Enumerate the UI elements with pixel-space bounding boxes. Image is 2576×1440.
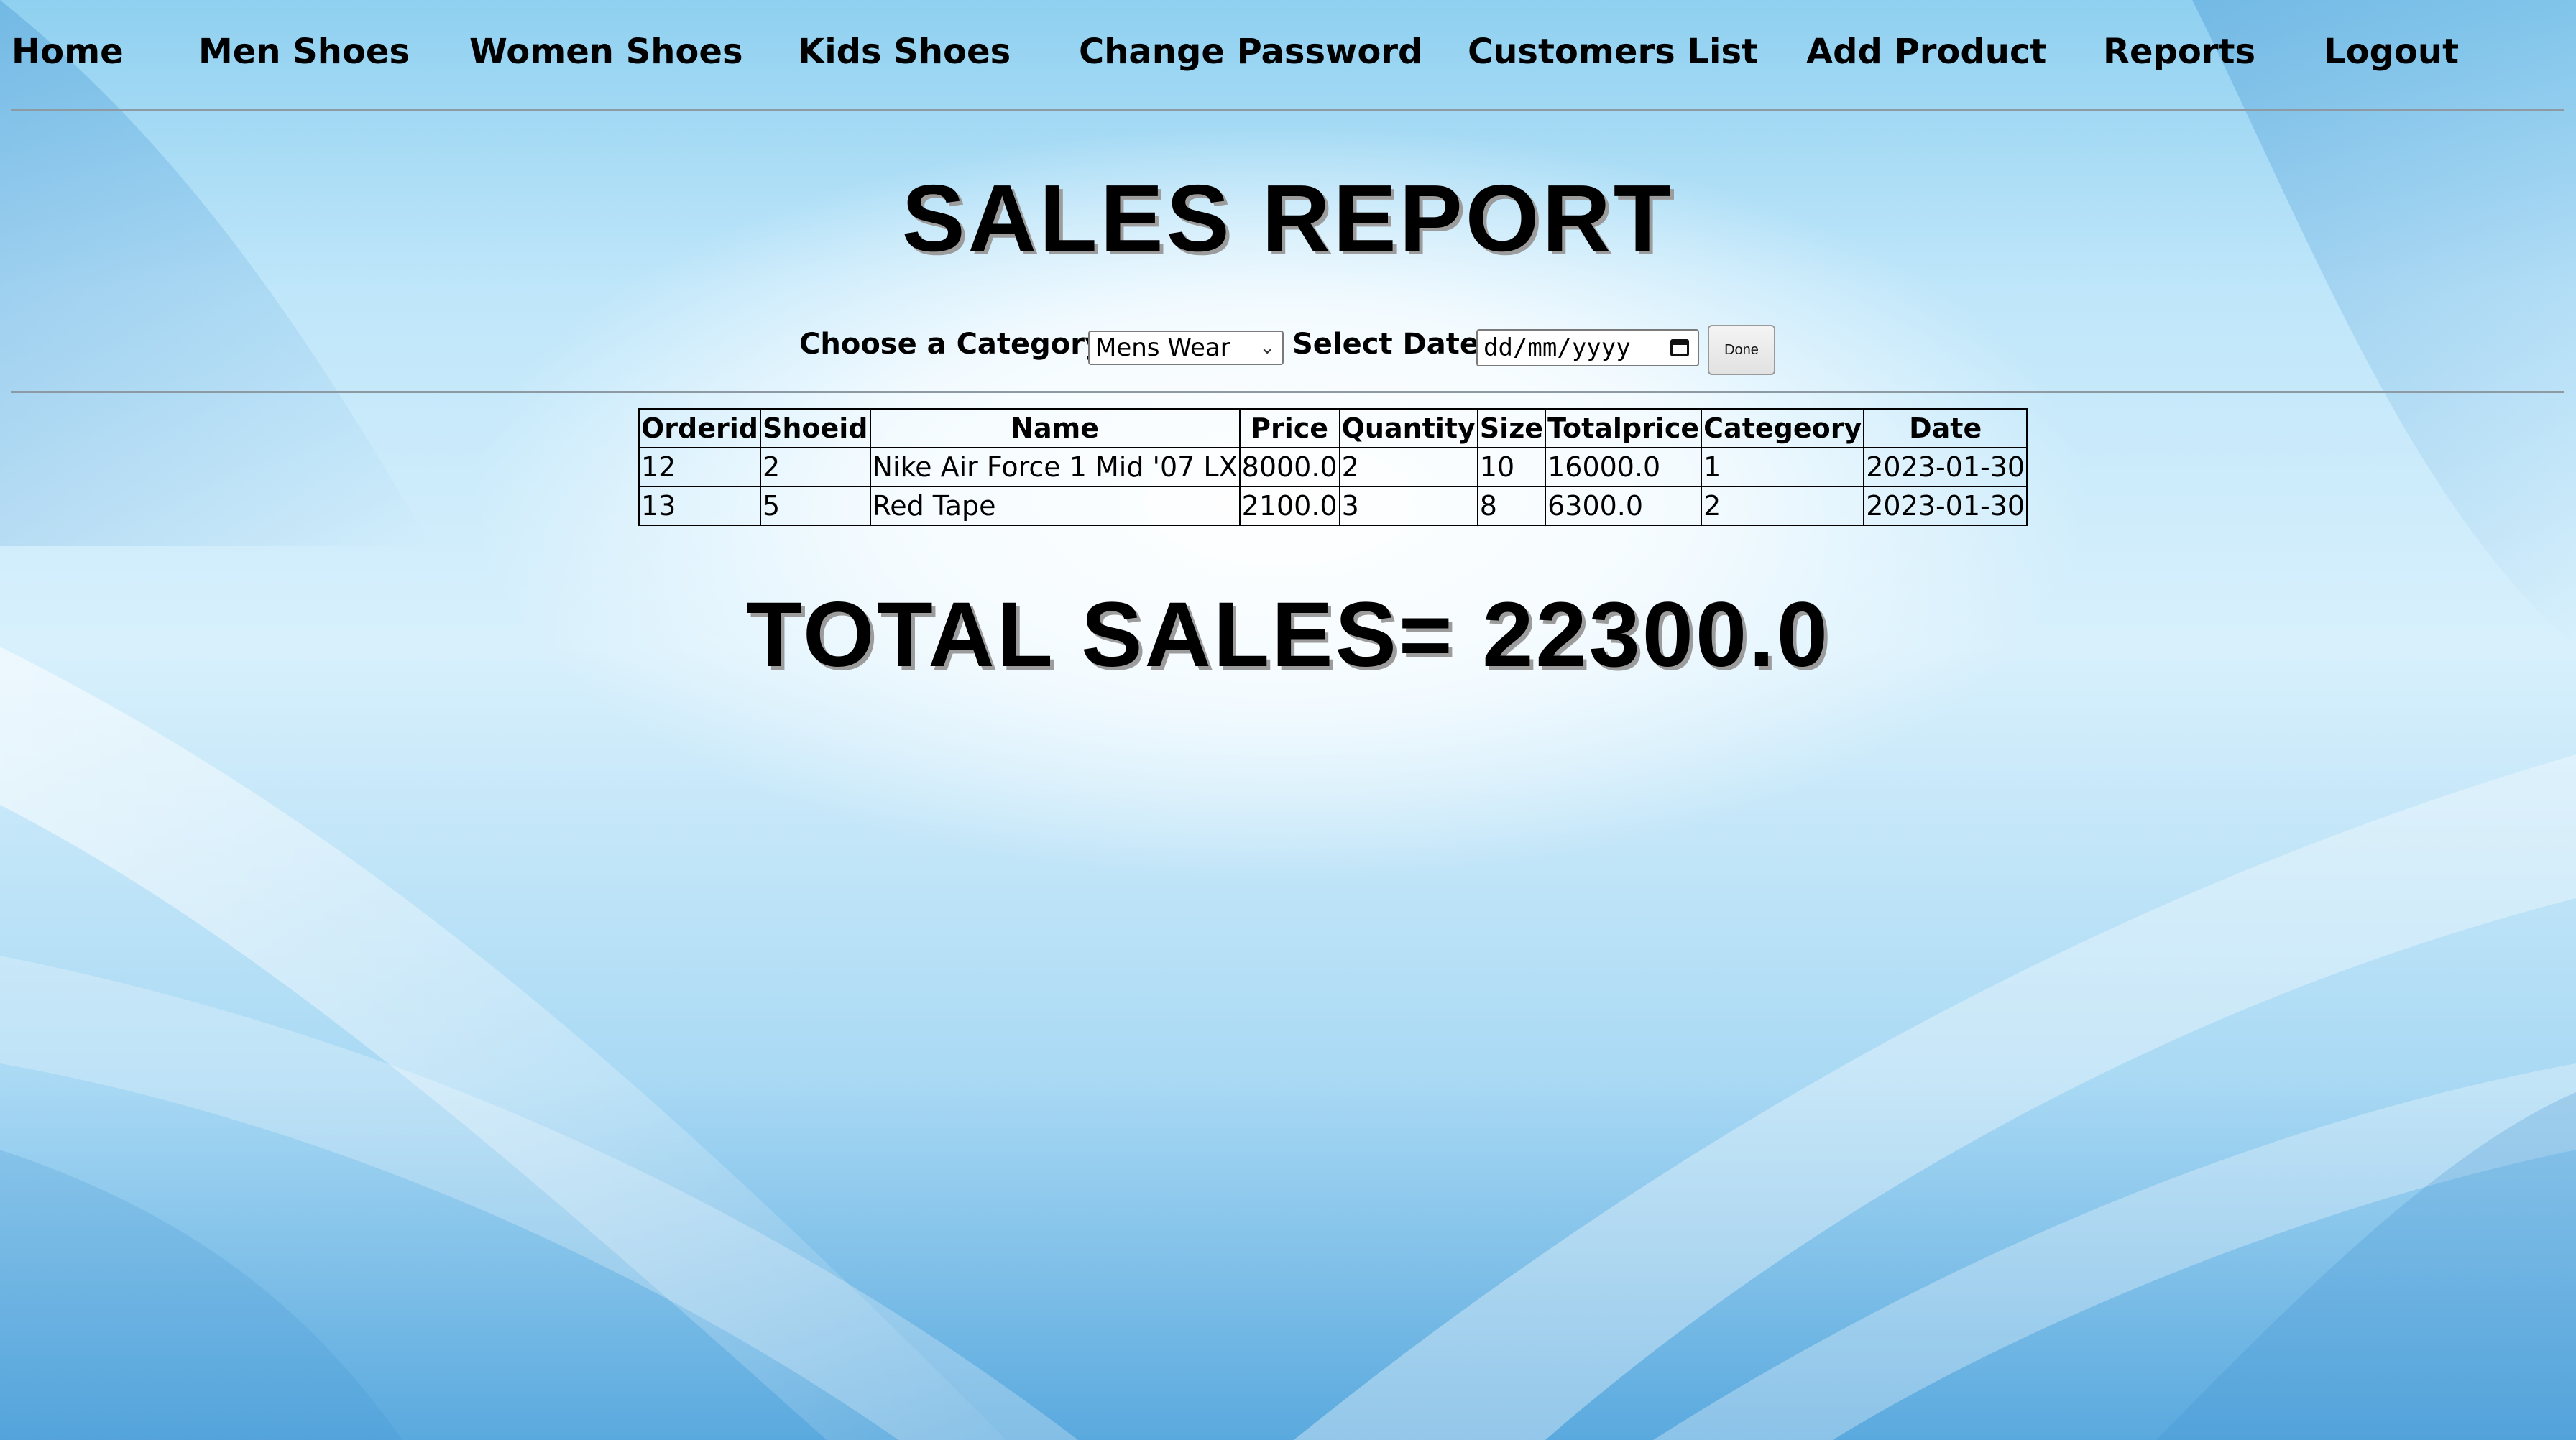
cell-shoeid: 5 — [759, 486, 871, 526]
cell-category: 1 — [1701, 447, 1865, 487]
header-price: Price — [1238, 408, 1340, 448]
cell-quantity: 2 — [1338, 447, 1478, 487]
table-header-row: Orderid Shoeid Name Price Quantity Size … — [638, 408, 2028, 448]
cell-orderid: 13 — [638, 486, 761, 526]
page: Home Men Shoes Women Shoes Kids Shoes Ch… — [0, 0, 2576, 1440]
sales-report-table: Orderid Shoeid Name Price Quantity Size … — [638, 408, 2028, 526]
cell-category: 2 — [1701, 486, 1865, 526]
category-label: Choose a Category: — [799, 328, 1116, 361]
top-nav: Home Men Shoes Women Shoes Kids Shoes Ch… — [0, 0, 2576, 109]
cell-quantity: 3 — [1338, 486, 1478, 526]
nav-men-shoes-link[interactable]: Men Shoes — [198, 32, 410, 72]
cell-date: 2023-01-30 — [1863, 486, 2028, 526]
page-title: SALES REPORT — [901, 165, 1675, 271]
cell-name: Red Tape — [869, 486, 1241, 526]
cell-shoeid: 2 — [759, 447, 871, 487]
nav-divider — [12, 109, 2564, 111]
cell-orderid: 12 — [638, 447, 761, 487]
header-date: Date — [1863, 408, 2028, 448]
category-select[interactable]: Mens Wear ⌄ — [1088, 331, 1284, 365]
table-row: 13 5 Red Tape 2100.0 3 8 6300.0 2 2023-0… — [638, 486, 2028, 526]
nav-logout-link[interactable]: Logout — [2324, 32, 2459, 72]
category-select-value: Mens Wear — [1095, 333, 1230, 362]
date-input[interactable]: dd/mm/yyyy — [1476, 329, 1699, 366]
header-quantity: Quantity — [1338, 408, 1478, 448]
nav-kids-shoes-link[interactable]: Kids Shoes — [798, 32, 1011, 72]
total-sales: TOTAL SALES= 22300.0 — [746, 583, 1830, 686]
nav-add-product-link[interactable]: Add Product — [1806, 32, 2046, 72]
calendar-icon[interactable] — [1670, 339, 1689, 356]
cell-name: Nike Air Force 1 Mid '07 LX — [869, 447, 1241, 487]
chevron-down-icon: ⌄ — [1259, 337, 1275, 359]
header-name: Name — [869, 408, 1241, 448]
nav-reports-link[interactable]: Reports — [2103, 32, 2255, 72]
table-row: 12 2 Nike Air Force 1 Mid '07 LX 8000.0 … — [638, 447, 2028, 487]
date-label: Select Date: — [1292, 328, 1491, 361]
header-orderid: Orderid — [638, 408, 761, 448]
done-button[interactable]: Done — [1708, 325, 1775, 375]
nav-women-shoes-link[interactable]: Women Shoes — [469, 32, 743, 72]
cell-size: 10 — [1476, 447, 1547, 487]
date-input-placeholder: dd/mm/yyyy — [1484, 333, 1631, 362]
nav-change-password-link[interactable]: Change Password — [1079, 32, 1422, 72]
cell-totalprice: 6300.0 — [1545, 486, 1703, 526]
filter-divider — [12, 391, 2564, 393]
cell-price: 2100.0 — [1238, 486, 1340, 526]
header-category: Categeory — [1701, 408, 1865, 448]
cell-size: 8 — [1476, 486, 1547, 526]
header-shoeid: Shoeid — [759, 408, 871, 448]
cell-date: 2023-01-30 — [1863, 447, 2028, 487]
header-size: Size — [1476, 408, 1547, 448]
nav-customers-list-link[interactable]: Customers List — [1468, 32, 1758, 72]
cell-price: 8000.0 — [1238, 447, 1340, 487]
nav-home-link[interactable]: Home — [12, 32, 124, 72]
header-totalprice: Totalprice — [1545, 408, 1703, 448]
cell-totalprice: 16000.0 — [1545, 447, 1703, 487]
